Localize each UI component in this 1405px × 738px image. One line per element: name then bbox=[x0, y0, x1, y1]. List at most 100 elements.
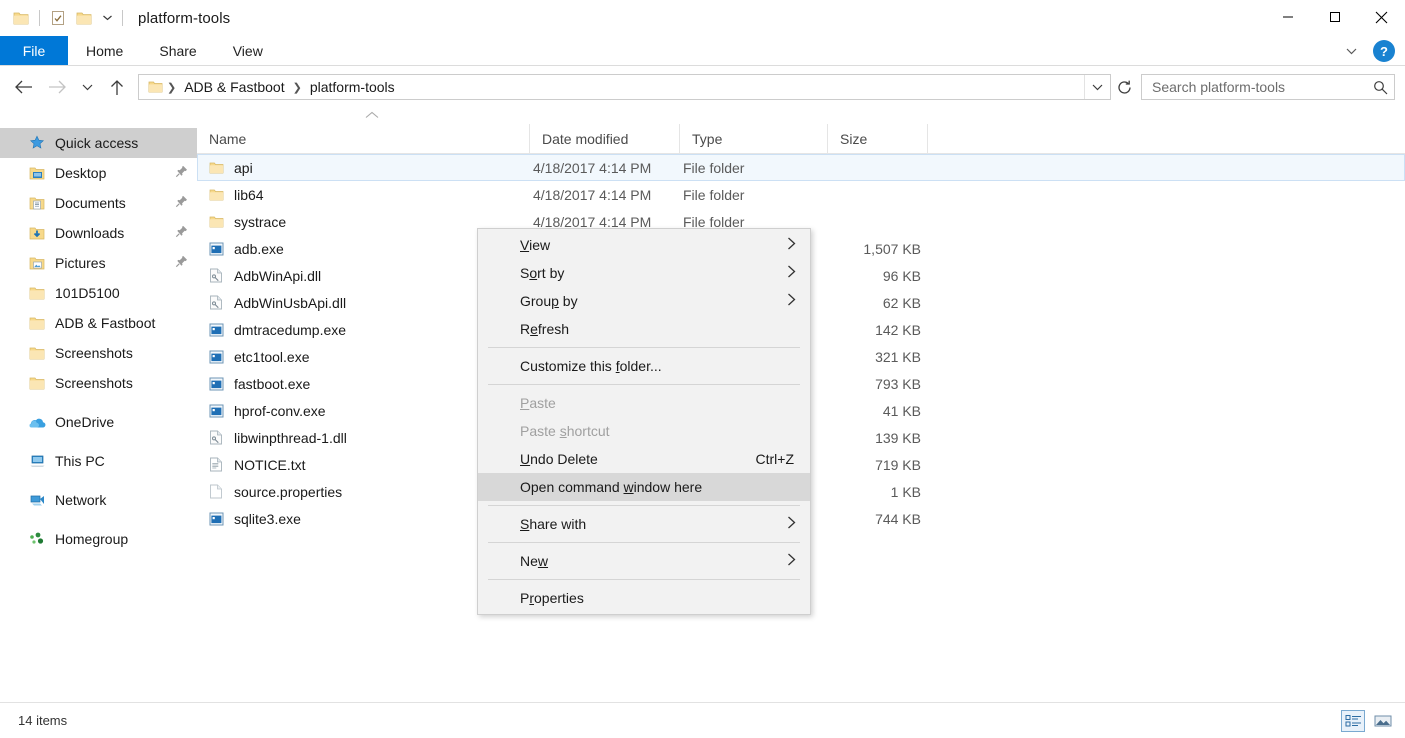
sidebar-item-screenshots-2[interactable]: Screenshots bbox=[0, 368, 197, 398]
window-controls bbox=[1264, 0, 1405, 34]
folder-icon bbox=[208, 160, 224, 176]
file-type-cell: File folder bbox=[683, 186, 745, 203]
generic-file-icon bbox=[208, 484, 224, 500]
context-menu-item-open-command-window-here[interactable]: Open command window here bbox=[478, 473, 810, 501]
context-menu-item-shortcut: Ctrl+Z bbox=[755, 451, 795, 467]
context-menu-item-sort-by[interactable]: Sort by bbox=[478, 259, 810, 287]
address-bar[interactable]: ❯ ADB & Fastboot ❯ platform-tools bbox=[138, 74, 1111, 100]
documents-folder-icon bbox=[28, 194, 46, 212]
chevron-right-icon bbox=[787, 237, 796, 253]
sidebar-item-homegroup[interactable]: Homegroup bbox=[0, 524, 197, 554]
toolbar-separator-2 bbox=[122, 10, 123, 26]
file-size-cell: 744 KB bbox=[875, 510, 921, 527]
context-menu-item-group-by[interactable]: Group by bbox=[478, 287, 810, 315]
file-name-text: dmtracedump.exe bbox=[234, 321, 347, 338]
menu-separator bbox=[488, 505, 800, 506]
breadcrumb-item-platform-tools[interactable]: platform-tools bbox=[306, 79, 399, 95]
sidebar-item-quick-access[interactable]: Quick access bbox=[0, 128, 197, 158]
back-button[interactable] bbox=[6, 70, 40, 104]
toolbar-separator bbox=[39, 10, 40, 26]
close-button[interactable] bbox=[1358, 0, 1405, 34]
up-button[interactable] bbox=[100, 70, 134, 104]
status-bar: 14 items bbox=[0, 702, 1405, 738]
context-menu[interactable]: View Sort by Group by Refresh Customize … bbox=[477, 228, 811, 615]
sidebar-item-screenshots-1[interactable]: Screenshots bbox=[0, 338, 197, 368]
sidebar-item-this-pc[interactable]: This PC bbox=[0, 446, 197, 476]
table-row[interactable]: lib64 4/18/2017 4:14 PM File folder bbox=[197, 181, 1405, 208]
column-headers: Name Date modified Type Size bbox=[197, 124, 1405, 154]
column-header-date-modified[interactable]: Date modified bbox=[530, 124, 680, 153]
sidebar-item-documents[interactable]: Documents bbox=[0, 188, 197, 218]
context-menu-item-share-with[interactable]: Share with bbox=[478, 510, 810, 538]
pin-icon[interactable] bbox=[175, 195, 188, 211]
context-menu-item-customize-this-folder[interactable]: Customize this folder... bbox=[478, 352, 810, 380]
file-name-cell: lib64 bbox=[198, 182, 531, 207]
recent-locations-chevron-down-icon[interactable] bbox=[74, 70, 100, 104]
sidebar-item-desktop[interactable]: Desktop bbox=[0, 158, 197, 188]
search-box[interactable] bbox=[1141, 74, 1395, 100]
column-header-type[interactable]: Type bbox=[680, 124, 828, 153]
context-menu-item-label: New bbox=[520, 553, 549, 569]
downloads-folder-icon bbox=[28, 224, 46, 242]
sidebar-item-downloads[interactable]: Downloads bbox=[0, 218, 197, 248]
context-menu-item-refresh[interactable]: Refresh bbox=[478, 315, 810, 343]
new-folder-icon[interactable] bbox=[71, 5, 97, 31]
search-icon[interactable] bbox=[1372, 79, 1388, 95]
sidebar-item-label: ADB & Fastboot bbox=[55, 315, 156, 331]
properties-icon[interactable] bbox=[45, 5, 71, 31]
menu-separator bbox=[488, 542, 800, 543]
breadcrumb-item-adb-fastboot[interactable]: ADB & Fastboot bbox=[180, 79, 288, 95]
menu-separator bbox=[488, 579, 800, 580]
chevron-right-icon bbox=[787, 293, 796, 309]
sidebar-item-label: Homegroup bbox=[55, 531, 129, 547]
file-type-cell: File folder bbox=[683, 159, 745, 176]
expand-ribbon-chevron-down-icon[interactable] bbox=[1339, 36, 1363, 66]
refresh-button[interactable] bbox=[1111, 70, 1137, 104]
file-name-text: AdbWinApi.dll bbox=[234, 267, 322, 284]
sidebar-item-onedrive[interactable]: OneDrive bbox=[0, 407, 197, 437]
pin-icon[interactable] bbox=[175, 255, 188, 271]
sidebar-item-pictures[interactable]: Pictures bbox=[0, 248, 197, 278]
file-name-text: source.properties bbox=[234, 483, 343, 500]
pictures-folder-icon bbox=[28, 254, 46, 272]
sidebar-item-network[interactable]: Network bbox=[0, 485, 197, 515]
context-menu-item-label: Undo Delete bbox=[520, 451, 598, 467]
breadcrumb-separator-2[interactable]: ❯ bbox=[289, 81, 306, 94]
sidebar-item-101d5100[interactable]: 101D5100 bbox=[0, 278, 197, 308]
sidebar-item-label: Pictures bbox=[55, 255, 106, 271]
tab-home[interactable]: Home bbox=[68, 36, 141, 65]
file-size-cell: 62 KB bbox=[882, 294, 921, 311]
navigation-bar: ❯ ADB & Fastboot ❯ platform-tools bbox=[0, 66, 1405, 108]
breadcrumb-separator-1[interactable]: ❯ bbox=[163, 81, 180, 94]
details-view-button[interactable] bbox=[1341, 709, 1365, 732]
search-input[interactable] bbox=[1152, 79, 1372, 95]
table-row[interactable]: api 4/18/2017 4:14 PM File folder bbox=[197, 154, 1405, 181]
context-menu-item-properties[interactable]: Properties bbox=[478, 584, 810, 612]
file-size-cell: 1 KB bbox=[890, 483, 921, 500]
help-button[interactable]: ? bbox=[1373, 40, 1395, 62]
homegroup-icon bbox=[28, 530, 46, 548]
context-menu-item-new[interactable]: New bbox=[478, 547, 810, 575]
context-menu-item-view[interactable]: View bbox=[478, 231, 810, 259]
application-icon bbox=[208, 241, 224, 257]
large-icons-view-button[interactable] bbox=[1371, 710, 1395, 732]
column-header-size[interactable]: Size bbox=[828, 124, 928, 153]
context-menu-item-undo-delete[interactable]: Undo Delete Ctrl+Z bbox=[478, 445, 810, 473]
address-history-chevron-down-icon[interactable] bbox=[1084, 75, 1110, 99]
file-size-cell: 1,507 KB bbox=[863, 240, 921, 257]
folder-icon[interactable] bbox=[8, 5, 34, 31]
tab-share[interactable]: Share bbox=[141, 36, 214, 65]
pin-icon[interactable] bbox=[175, 225, 188, 241]
breadcrumb[interactable]: ❯ ADB & Fastboot ❯ platform-tools bbox=[139, 75, 1084, 99]
tab-file[interactable]: File bbox=[0, 36, 68, 65]
column-header-name[interactable]: Name bbox=[197, 124, 530, 153]
customize-qat-caret-icon[interactable] bbox=[97, 5, 117, 31]
sidebar-item-adb-fastboot[interactable]: ADB & Fastboot bbox=[0, 308, 197, 338]
maximize-button[interactable] bbox=[1311, 0, 1358, 34]
minimize-button[interactable] bbox=[1264, 0, 1311, 34]
view-mode-buttons bbox=[1341, 709, 1395, 732]
dll-icon bbox=[208, 295, 224, 311]
file-name-text: sqlite3.exe bbox=[234, 510, 301, 527]
pin-icon[interactable] bbox=[175, 165, 188, 181]
tab-view[interactable]: View bbox=[215, 36, 281, 65]
